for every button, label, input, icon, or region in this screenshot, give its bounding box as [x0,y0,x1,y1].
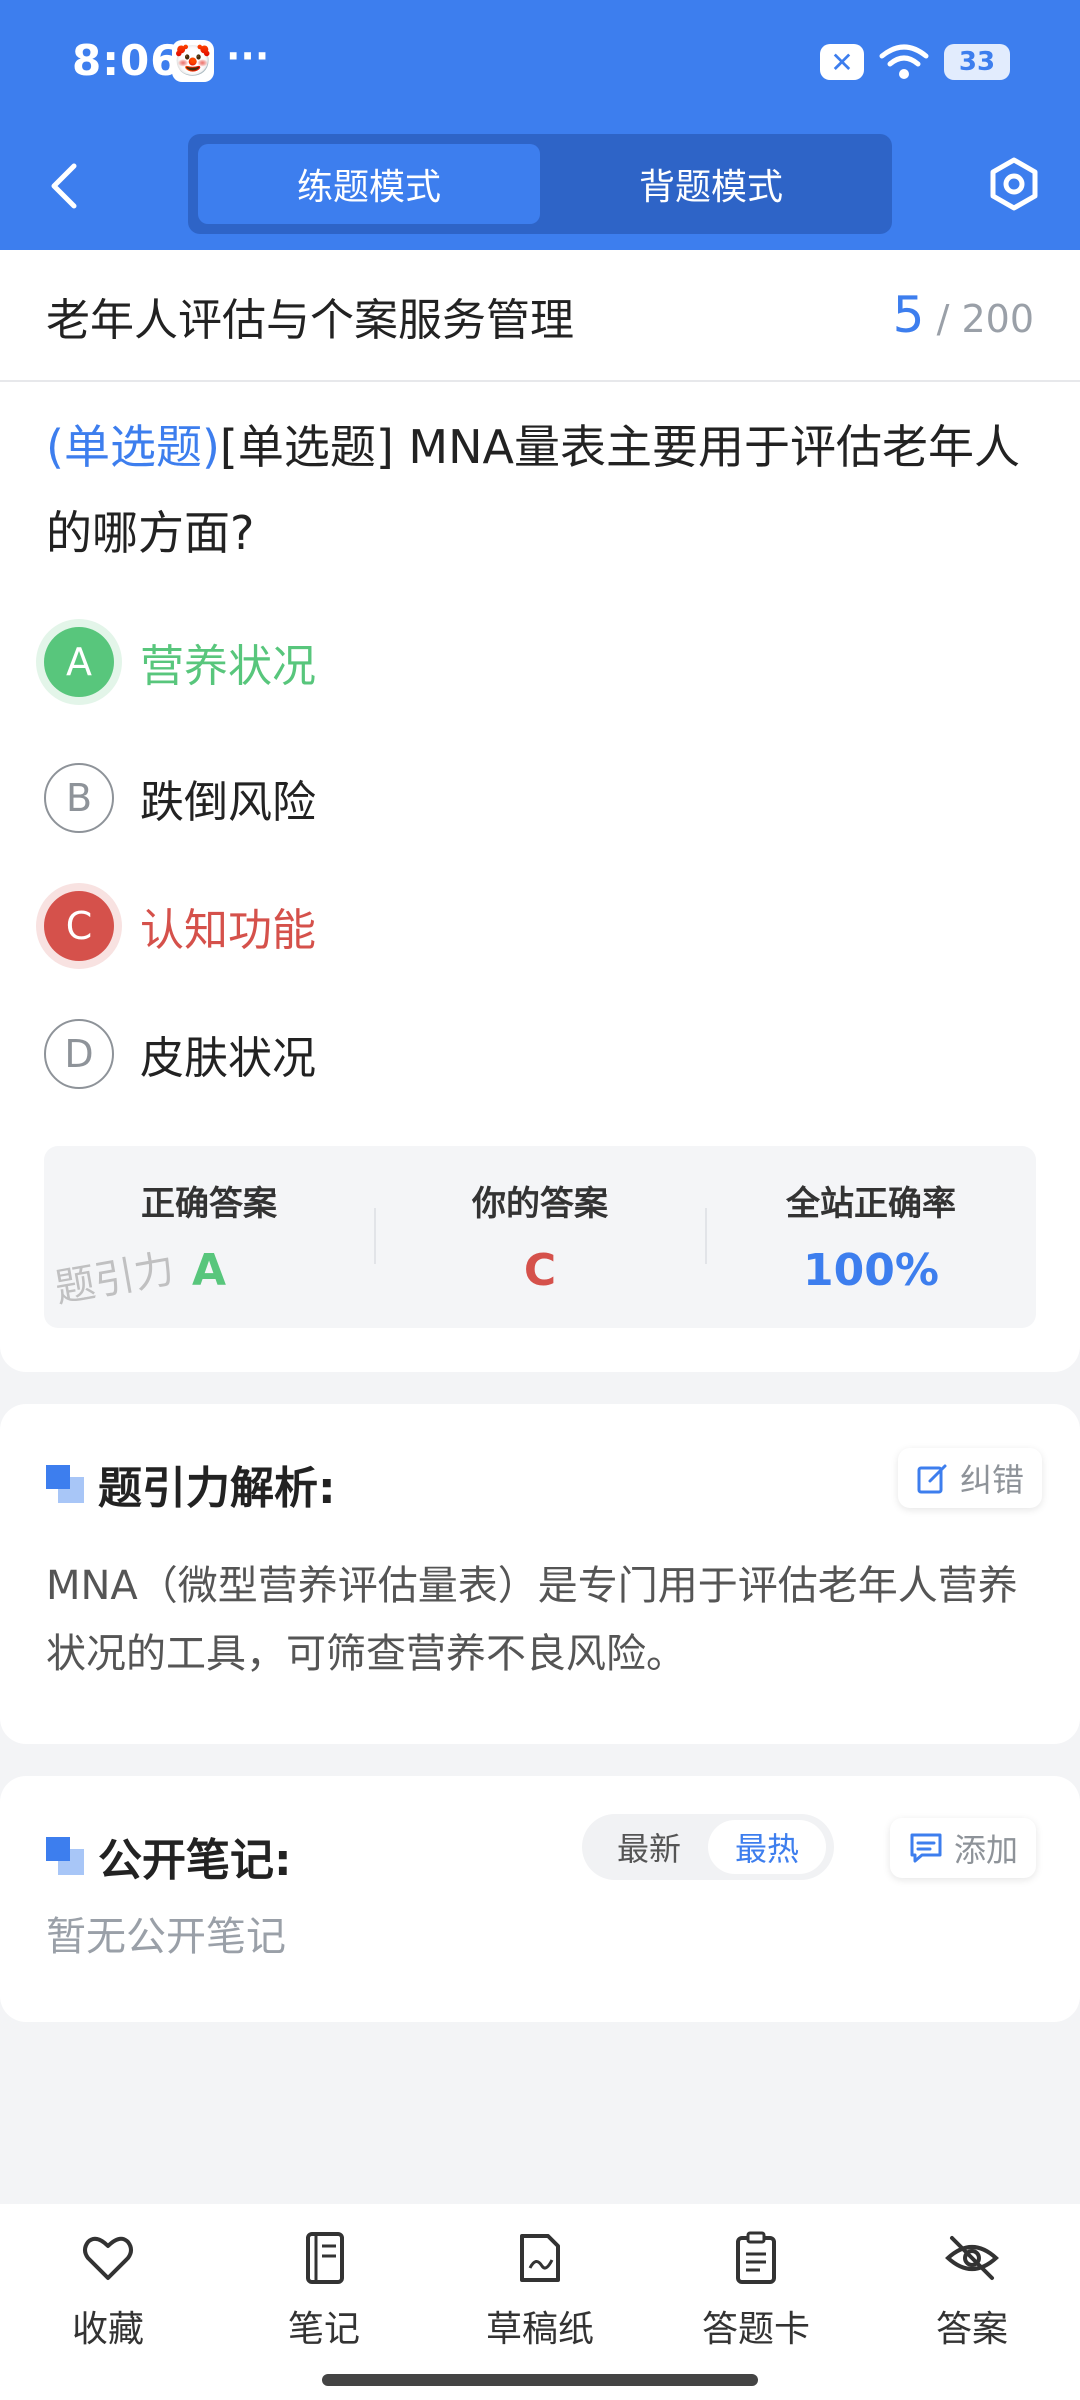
wifi-icon [879,44,929,79]
notes-title: 公开笔记: [98,1835,292,1886]
heart-icon [83,2236,133,2280]
option-b[interactable]: B 跌倒风险 [44,760,316,836]
notification-app-icon: 🤡 [172,40,214,82]
answer-sheet-icon [736,2231,776,2284]
total-questions: / 200 [936,297,1034,341]
draft-paper-button[interactable]: 草稿纸 [460,2230,620,2352]
eye-off-icon [945,2236,999,2280]
option-c[interactable]: C 认知功能 [44,888,316,964]
add-note-button[interactable]: 添加 [890,1818,1037,1878]
sort-latest[interactable]: 最新 [590,1820,708,1874]
option-d[interactable]: D 皮肤状况 [44,1016,316,1092]
question-card: (单选题)[单选题] MNA量表主要用于评估老年人的哪方面? A 营养状况 B … [0,382,1080,1372]
show-answer-button[interactable]: 答案 [892,2230,1052,2352]
draft-paper-label: 草稿纸 [485,2309,594,2350]
course-title-bar: 老年人评估与个案服务管理 5 / 200 [0,250,1080,382]
option-letter: C [44,891,114,961]
status-indicators: ✕ 33 [820,42,1010,82]
current-question-number: 5 [892,286,925,344]
public-notes-card: 公开笔记: 最新 最热 添加 暂无公开笔记 [0,1776,1080,2022]
battery-indicator: 33 [944,44,1010,80]
analysis-card: 题引力解析: 纠错 MNA（微型营养评估量表）是专门用于评估老年人营养状况的工具… [0,1404,1080,1744]
answer-sheet-label: 答题卡 [701,2309,810,2350]
stat-your-answer: 你的答案 C [375,1146,705,1328]
mode-switch: 练题模式 背题模式 [188,134,892,234]
notes-header: 公开笔记: [46,1824,292,1888]
sim-off-icon: ✕ [820,44,864,80]
stat-label: 你的答案 [472,1184,608,1224]
favorite-button[interactable]: 收藏 [28,2230,188,2352]
favorite-label: 收藏 [71,2309,144,2350]
option-text: 皮肤状况 [140,1033,316,1084]
stat-site-accuracy: 全站正确率 100% [706,1146,1036,1328]
home-indicator[interactable] [322,2374,758,2386]
stat-value: 100% [803,1245,939,1296]
tab-memorize-mode[interactable]: 背题模式 [540,144,882,224]
stat-label: 正确答案 [141,1184,277,1224]
analysis-text: MNA（微型营养评估量表）是专门用于评估老年人营养状况的工具，可筛查营养不良风险… [46,1563,1018,1677]
report-error-button[interactable]: 纠错 [898,1448,1043,1508]
show-answer-label: 答案 [935,2309,1008,2350]
section-icon [46,1465,84,1503]
report-error-label: 纠错 [960,1461,1025,1499]
stat-label: 全站正确率 [786,1184,956,1224]
option-text: 跌倒风险 [140,777,316,828]
top-app-bar: 8:06 🤡 ··· ✕ 33 练题模式 背题模式 [0,0,1080,250]
edit-icon [917,1464,947,1494]
answer-stats: 正确答案 A 你的答案 C 全站正确率 100% 题引力 [44,1146,1036,1328]
notes-empty-text: 暂无公开笔记 [46,1914,286,1960]
answer-sheet-button[interactable]: 答题卡 [676,2230,836,2352]
question-progress[interactable]: 5 / 200 [893,286,1034,344]
option-letter: D [44,1019,114,1089]
option-letter: A [44,627,114,697]
comment-icon [910,1833,942,1863]
notes-label: 笔记 [287,2309,360,2350]
option-a[interactable]: A 营养状况 [44,624,316,700]
option-text: 认知功能 [140,905,316,956]
stat-value: C [523,1245,557,1296]
status-more-dots: ··· [226,34,270,78]
bottom-toolbar: 收藏 笔记 草稿纸 答题卡 答案 [0,2204,1080,2400]
course-title: 老年人评估与个案服务管理 [46,295,574,346]
question-text-block: (单选题)[单选题] MNA量表主要用于评估老年人的哪方面? [46,404,1036,576]
draft-paper-icon [520,2234,560,2282]
add-note-label: 添加 [954,1831,1019,1869]
notebook-icon [306,2232,344,2284]
section-icon [46,1837,84,1875]
analysis-title: 题引力解析: [98,1463,336,1514]
status-time: 8:06 [72,36,181,85]
analysis-header: 题引力解析: [46,1452,336,1516]
option-text: 营养状况 [140,641,316,692]
question-type: (单选题) [46,420,220,474]
option-letter: B [44,763,114,833]
notes-sort-toggle: 最新 最热 [582,1814,834,1880]
back-arrow-icon[interactable] [40,156,88,216]
notes-button[interactable]: 笔记 [244,2230,404,2352]
sort-hottest[interactable]: 最热 [708,1820,826,1874]
settings-icon[interactable] [986,156,1042,212]
tab-practice-mode[interactable]: 练题模式 [198,144,540,224]
